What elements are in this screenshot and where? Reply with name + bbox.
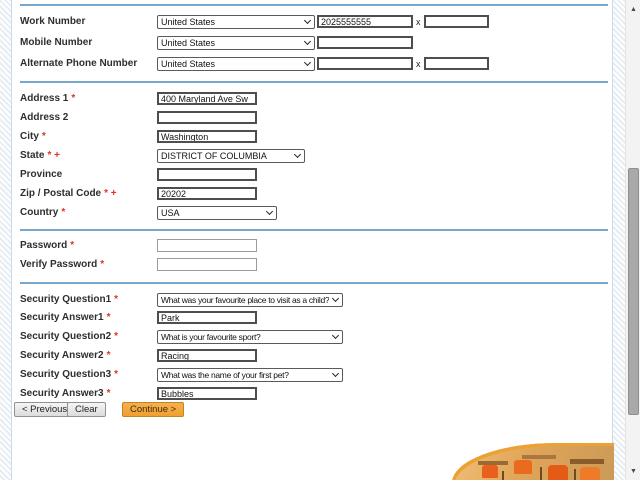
page-background-left [0, 0, 12, 480]
photo-detail [482, 465, 498, 478]
security-question2-select[interactable]: What is your favourite sport? [157, 329, 343, 344]
city-row: City * [12, 129, 612, 144]
photo-detail [570, 459, 604, 464]
classroom-photo [452, 443, 614, 480]
password-input[interactable] [157, 239, 257, 252]
scrollbar-up-icon[interactable]: ▲ [626, 2, 640, 16]
work-country-select[interactable]: United States [157, 14, 315, 29]
chevron-down-icon [331, 331, 340, 339]
alternate-country-select[interactable]: United States [157, 56, 315, 71]
security-question2-row: Security Question2 * What is your favouri… [12, 329, 612, 344]
security-answer3-input[interactable] [157, 387, 257, 400]
chevron-down-icon [265, 207, 274, 215]
address1-row: Address 1 * [12, 91, 612, 106]
security-question3-select[interactable]: What was the name of your first pet? [157, 367, 343, 382]
work-number-label: Work Number [20, 16, 86, 27]
chevron-down-icon [293, 150, 302, 158]
country-select[interactable]: USA [157, 205, 277, 220]
city-label: City * [20, 131, 46, 142]
photo-detail [580, 467, 600, 480]
state-select[interactable]: DISTRICT OF COLUMBIA [157, 148, 305, 163]
alternate-phone-label: Alternate Phone Number [20, 58, 138, 69]
chevron-down-icon [331, 369, 340, 377]
security-question2-label: Security Question2 * [20, 331, 119, 342]
security-question1-row: Security Question1 * What was your favour… [12, 292, 612, 307]
state-row: State * + DISTRICT OF COLUMBIA [12, 148, 612, 163]
section-divider [20, 229, 608, 231]
city-input[interactable] [157, 130, 257, 143]
zip-input[interactable] [157, 187, 257, 200]
security-answer2-input[interactable] [157, 349, 257, 362]
security-answer2-row: Security Answer2 * [12, 348, 612, 363]
section-divider [20, 4, 608, 6]
password-label: Password * [20, 240, 75, 251]
mobile-number-label: Mobile Number [20, 37, 93, 48]
work-ext-input[interactable] [423, 15, 489, 28]
verify-password-input[interactable] [157, 258, 257, 271]
work-number-row: Work Number United States x [12, 14, 612, 29]
chevron-down-icon [303, 37, 312, 45]
section-divider [20, 282, 608, 284]
photo-detail [522, 455, 556, 459]
security-question3-row: Security Question3 * What was the name of… [12, 367, 612, 382]
security-question3-label: Security Question3 * [20, 369, 119, 380]
province-row: Province [12, 167, 612, 182]
previous-button[interactable]: < Previous [14, 402, 76, 417]
alternate-number-input[interactable] [317, 57, 413, 70]
continue-button[interactable]: Continue > [122, 402, 185, 417]
clear-button[interactable]: Clear [67, 402, 106, 417]
security-answer1-label: Security Answer1 * [20, 312, 111, 323]
country-row: Country * USA [12, 205, 612, 220]
security-answer1-input[interactable] [157, 311, 257, 324]
photo-detail [574, 469, 576, 480]
address1-label: Address 1 * [20, 93, 76, 104]
security-question1-label: Security Question1 * [20, 294, 119, 305]
photo-detail [502, 471, 504, 480]
alternate-ext-input[interactable] [423, 57, 489, 70]
registration-form: Work Number United States x Mobile Numbe… [12, 0, 614, 480]
zip-row: Zip / Postal Code * + [12, 186, 612, 201]
mobile-number-input[interactable] [317, 36, 413, 49]
mobile-number-row: Mobile Number United States [12, 35, 612, 50]
security-question1-select[interactable]: What was your favourite place to visit a… [157, 292, 343, 307]
state-label: State * + [20, 150, 60, 161]
country-label: Country * [20, 207, 66, 218]
photo-detail [540, 467, 542, 480]
security-answer1-row: Security Answer1 * [12, 310, 612, 325]
chevron-down-icon [303, 16, 312, 24]
photo-detail [548, 465, 568, 480]
password-row: Password * [12, 238, 612, 253]
mobile-country-select[interactable]: United States [157, 35, 315, 50]
scrollbar-down-icon[interactable]: ▼ [626, 464, 640, 478]
photo-detail [514, 460, 532, 474]
province-label: Province [20, 169, 63, 180]
ext-separator: x [416, 16, 421, 27]
chevron-down-icon [331, 294, 340, 302]
scrollbar-thumb[interactable] [628, 168, 639, 415]
alternate-phone-row: Alternate Phone Number United States x [12, 56, 612, 71]
chevron-down-icon [303, 58, 312, 66]
section-divider [20, 81, 608, 83]
address2-label: Address 2 [20, 112, 69, 123]
verify-password-row: Verify Password * [12, 257, 612, 272]
province-input[interactable] [157, 168, 257, 181]
security-answer3-label: Security Answer3 * [20, 388, 111, 399]
verify-password-label: Verify Password * [20, 259, 105, 270]
address2-row: Address 2 [12, 110, 612, 125]
registration-page: Work Number United States x Mobile Numbe… [0, 0, 640, 480]
address2-input[interactable] [157, 111, 257, 124]
page-background-right [612, 0, 625, 480]
security-answer2-label: Security Answer2 * [20, 350, 111, 361]
security-answer3-row: Security Answer3 * [12, 386, 612, 401]
work-number-input[interactable] [317, 15, 413, 28]
zip-label: Zip / Postal Code * + [20, 188, 117, 199]
ext-separator: x [416, 58, 421, 69]
scrollbar[interactable]: ▲ ▼ [625, 0, 640, 480]
address1-input[interactable] [157, 92, 257, 105]
